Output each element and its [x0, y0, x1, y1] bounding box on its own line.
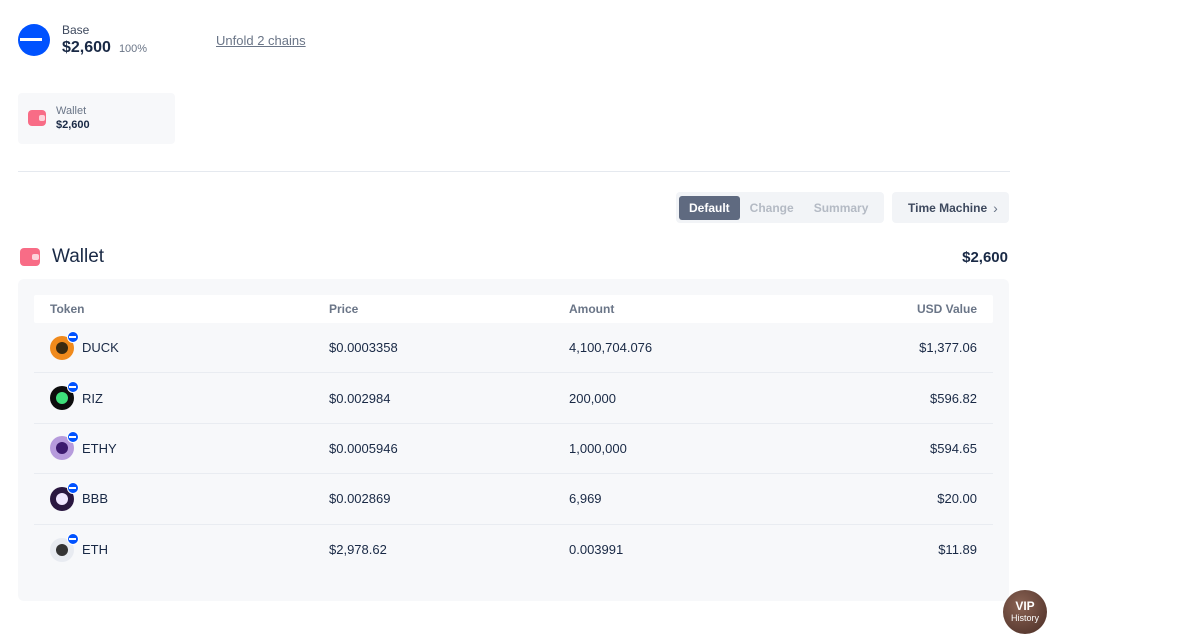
header-token: Token	[50, 302, 85, 316]
table-header: Token Price Amount USD Value	[34, 295, 993, 323]
usd-value-cell: $20.00	[937, 491, 977, 507]
section-total: $2,600	[962, 248, 1008, 266]
wallet-card-text: Wallet $2,600	[56, 104, 90, 144]
token-cell: RIZ	[34, 381, 329, 411]
wallet-card-label: Wallet	[56, 105, 87, 117]
price-cell: $0.0005946	[329, 440, 398, 456]
chain-summary: Base $2,600 100%	[18, 22, 147, 57]
chain-name: Base	[62, 23, 90, 37]
header-price: Price	[329, 302, 359, 316]
base-chain-badge-icon	[67, 381, 79, 394]
time-machine-label: Time Machine	[908, 200, 988, 215]
section-header: Wallet $2,600	[20, 244, 1010, 270]
amount-cell: 6,969	[569, 491, 602, 507]
amount-cell: 0.003991	[569, 542, 624, 558]
time-machine-button[interactable]: Time Machine ›	[892, 192, 1009, 223]
table-row[interactable]: RIZ $0.002984 200,000 $596.82	[34, 373, 993, 424]
base-chain-badge-icon	[67, 532, 79, 545]
wallet-icon	[20, 248, 40, 266]
usd-value-cell: $596.82	[930, 390, 977, 406]
base-chain-icon	[18, 24, 50, 56]
token-cell: DUCK	[34, 330, 329, 360]
price-cell: $0.002869	[329, 491, 391, 507]
base-chain-badge-icon	[67, 481, 79, 494]
wallet-card[interactable]: Wallet $2,600	[18, 93, 175, 144]
token-symbol[interactable]: ETHY	[82, 441, 117, 456]
tab-change[interactable]: Change	[740, 196, 804, 220]
price-cell: $0.002984	[329, 390, 391, 406]
bbb-token-icon	[50, 481, 79, 511]
divider	[18, 171, 1010, 172]
token-symbol[interactable]: RIZ	[82, 391, 103, 406]
amount-cell: 4,100,704.076	[569, 340, 653, 356]
chain-value: $2,600	[62, 39, 111, 56]
duck-token-icon	[50, 330, 79, 360]
riz-token-icon	[50, 381, 79, 411]
token-cell: ETHY	[34, 431, 329, 461]
chain-value-row: $2,600 100%	[62, 39, 147, 57]
tab-summary[interactable]: Summary	[804, 196, 879, 220]
amount-cell: 200,000	[569, 390, 616, 406]
vip-label: VIP	[1015, 599, 1035, 613]
price-cell: $0.0003358	[329, 340, 398, 356]
token-table: Token Price Amount USD Value DUCK $0.000…	[18, 279, 1009, 601]
price-cell: $2,978.62	[329, 542, 387, 558]
ethy-token-icon	[50, 431, 79, 461]
token-symbol[interactable]: ETH	[82, 542, 108, 557]
token-cell: BBB	[34, 481, 329, 511]
table-row[interactable]: DUCK $0.0003358 4,100,704.076 $1,377.06	[34, 323, 993, 374]
amount-cell: 1,000,000	[569, 440, 627, 456]
token-symbol[interactable]: DUCK	[82, 340, 119, 355]
table-row[interactable]: BBB $0.002869 6,969 $20.00	[34, 474, 993, 525]
token-cell: ETH	[34, 532, 329, 562]
chain-info: Base $2,600 100%	[62, 22, 147, 57]
wallet-card-value: $2,600	[56, 119, 90, 131]
wallet-icon	[28, 110, 46, 126]
section-title: Wallet	[52, 246, 105, 267]
base-chain-badge-icon	[67, 431, 79, 444]
chain-percent: 100%	[118, 43, 148, 55]
vip-history-button[interactable]: VIP History	[1003, 590, 1047, 634]
eth-token-icon	[50, 532, 79, 562]
unfold-chains-link[interactable]: Unfold 2 chains	[216, 33, 306, 48]
vip-sublabel: History	[1010, 613, 1039, 623]
token-symbol[interactable]: BBB	[82, 491, 108, 506]
usd-value-cell: $594.65	[930, 440, 977, 456]
usd-value-cell: $11.89	[938, 542, 977, 558]
usd-value-cell: $1,377.06	[919, 340, 977, 356]
view-toggle: Default Change Summary	[676, 192, 884, 223]
header-amount: Amount	[569, 302, 615, 316]
chevron-right-icon: ›	[993, 199, 998, 216]
tab-default[interactable]: Default	[679, 195, 740, 220]
header-usd-value: USD Value	[916, 302, 977, 316]
table-row[interactable]: ETH $2,978.62 0.003991 $11.89	[34, 525, 993, 575]
base-chain-badge-icon	[67, 330, 79, 343]
table-rows: DUCK $0.0003358 4,100,704.076 $1,377.06 …	[34, 323, 993, 575]
table-row[interactable]: ETHY $0.0005946 1,000,000 $594.65	[34, 424, 993, 475]
